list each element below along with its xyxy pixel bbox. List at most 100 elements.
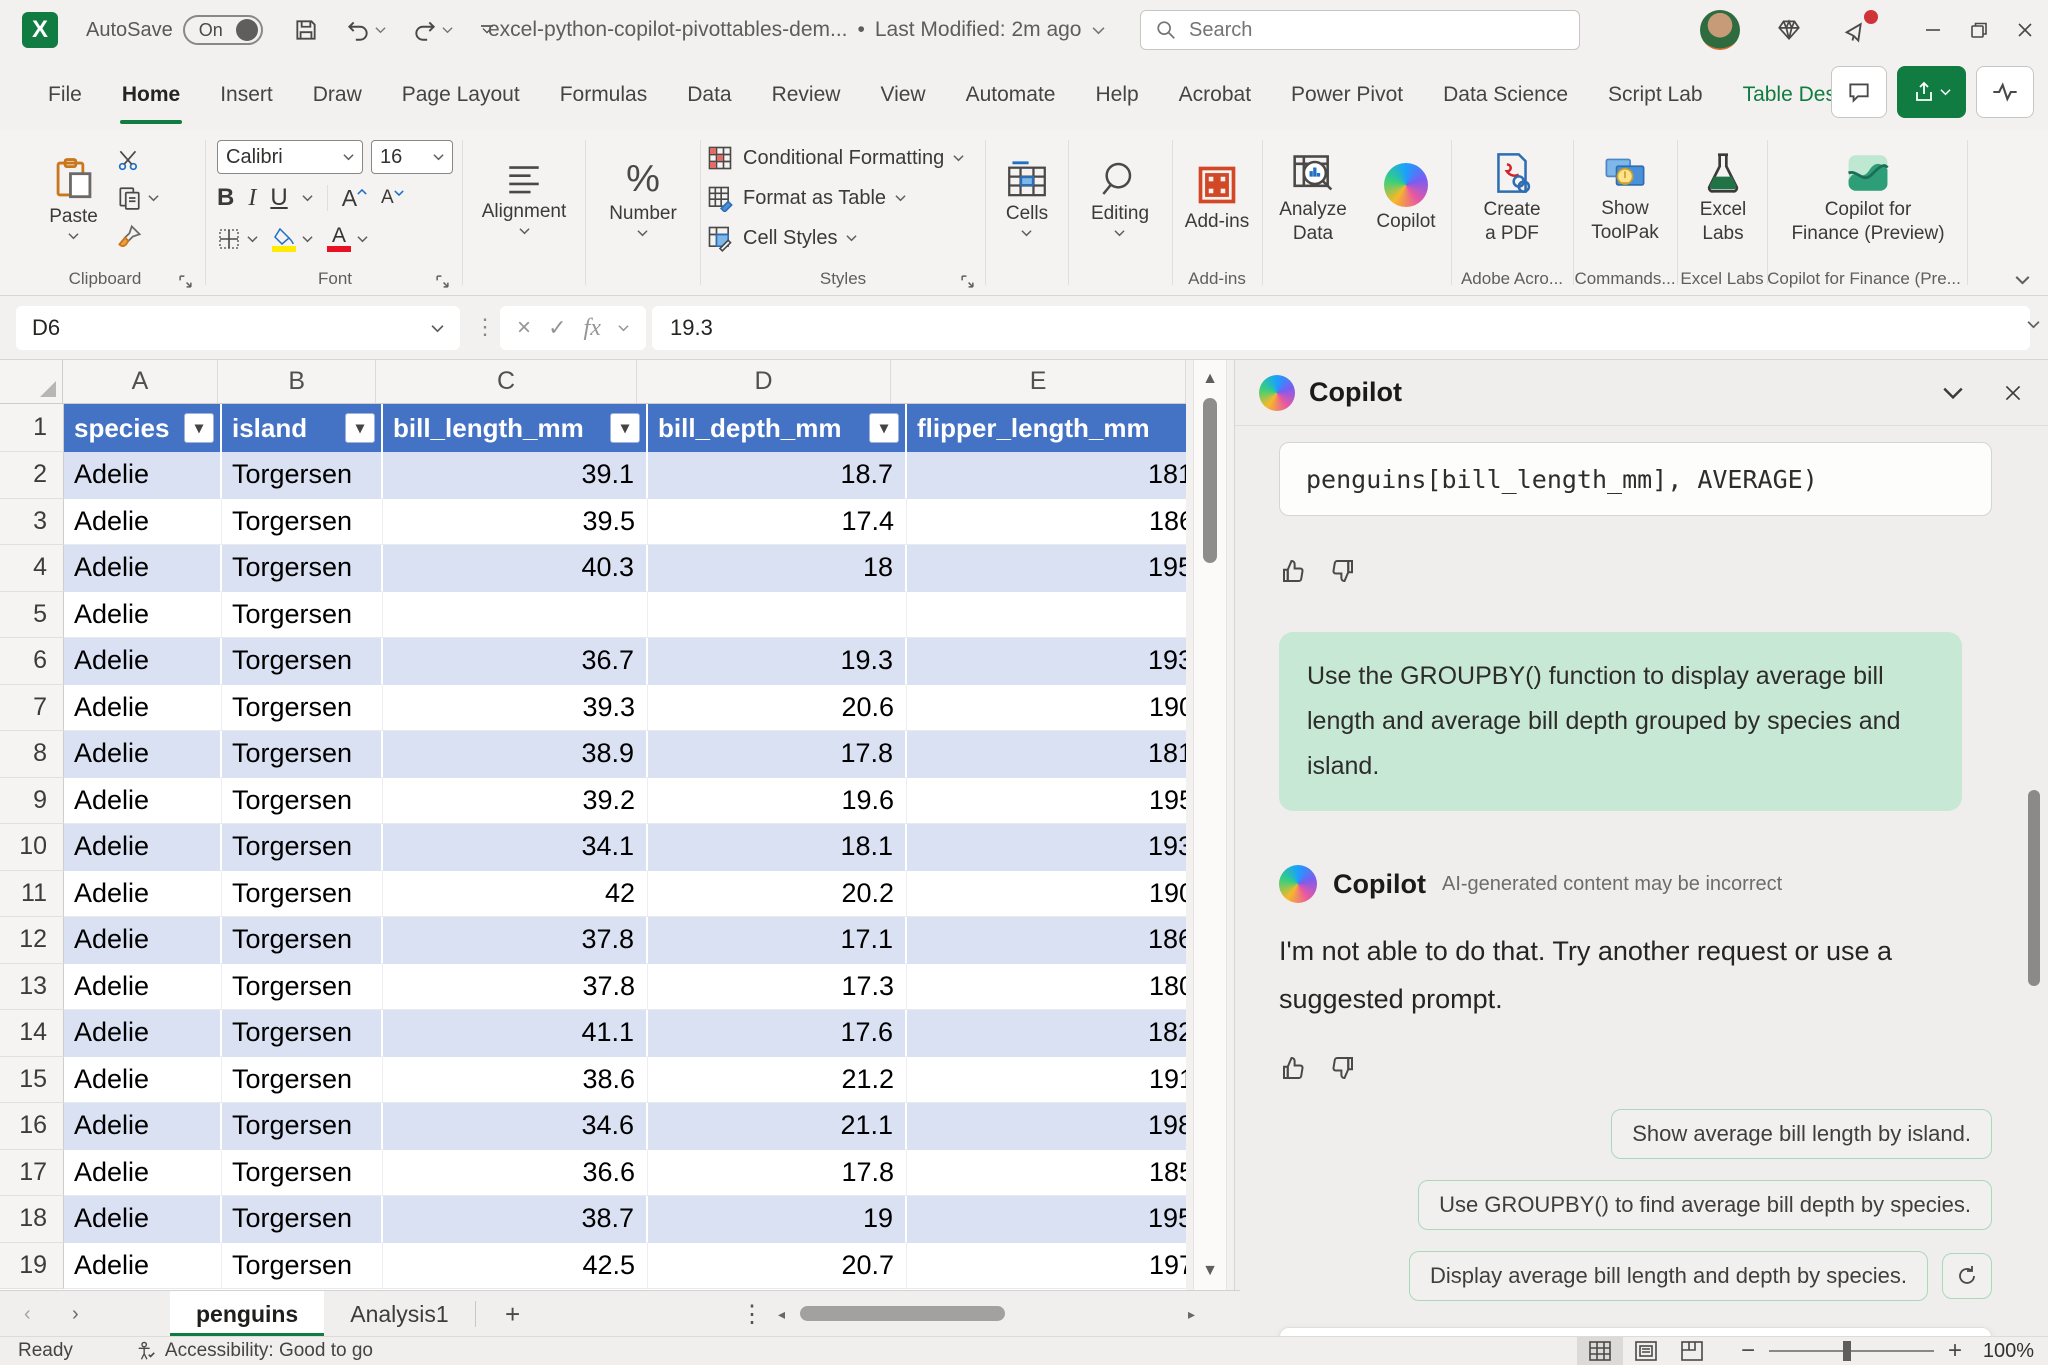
vertical-scrollbar[interactable]: ▲ ▼ (1186, 360, 1234, 1290)
page-layout-view-button[interactable] (1623, 1337, 1669, 1365)
comments-button[interactable] (1831, 66, 1887, 118)
ribbon-tab-page-layout[interactable]: Page Layout (382, 60, 540, 130)
page-break-view-button[interactable] (1669, 1337, 1715, 1365)
cell[interactable]: 193 (907, 638, 1186, 685)
cell[interactable]: Torgersen (222, 1057, 383, 1104)
expand-formula-bar-chevron[interactable] (2027, 320, 2040, 329)
row-header[interactable]: 17 (0, 1150, 64, 1197)
zoom-slider-thumb[interactable] (1843, 1341, 1851, 1361)
borders-button[interactable] (217, 227, 258, 251)
confirm-entry-button[interactable]: ✓ (548, 315, 566, 341)
row-header[interactable]: 14 (0, 1010, 64, 1057)
copilot-finance-button[interactable]: Copilot forFinance (Preview) (1791, 151, 1944, 246)
conditional-formatting-button[interactable]: Conditional Formatting (706, 139, 964, 177)
cell[interactable]: 195 (907, 778, 1186, 825)
cell[interactable]: 18.1 (648, 824, 907, 871)
format-as-table-button[interactable]: Format as Table (706, 179, 906, 217)
refresh-suggestions-button[interactable] (1942, 1253, 1992, 1299)
ribbon-tab-file[interactable]: File (28, 60, 102, 130)
cell[interactable]: 18 (648, 545, 907, 592)
cell[interactable]: Adelie (64, 917, 222, 964)
thumbs-down-icon[interactable] (1327, 1053, 1357, 1083)
cell[interactable]: Torgersen (222, 824, 383, 871)
cell[interactable]: 181 (907, 731, 1186, 778)
paste-button[interactable]: Paste (49, 156, 98, 240)
column-header-c[interactable]: C (376, 360, 636, 403)
cell[interactable]: 42.5 (383, 1243, 648, 1290)
table-column-header[interactable]: species▾ (64, 404, 222, 452)
filter-dropdown-icon[interactable]: ▾ (610, 413, 640, 443)
alignment-button[interactable]: Alignment (482, 161, 567, 235)
ribbon-tab-power-pivot[interactable]: Power Pivot (1271, 60, 1423, 130)
column-header-e[interactable]: E (891, 360, 1186, 403)
zoom-in-button[interactable]: + (1948, 1337, 1962, 1365)
row-header[interactable]: 4 (0, 545, 64, 592)
cell[interactable]: 17.3 (648, 964, 907, 1011)
cell[interactable]: 190 (907, 871, 1186, 918)
scroll-down-arrow[interactable]: ▼ (1202, 1262, 1218, 1280)
column-header-d[interactable]: D (637, 360, 891, 403)
cell[interactable]: 41.1 (383, 1010, 648, 1057)
zoom-slider-track[interactable] (1769, 1350, 1934, 1352)
collapse-panel-chevron[interactable] (1942, 386, 1964, 400)
cell[interactable]: 40.3 (383, 545, 648, 592)
underline-button[interactable]: U (270, 184, 287, 212)
insert-function-button[interactable]: fx (584, 315, 601, 342)
cell[interactable]: 195 (907, 545, 1186, 592)
copilot-ribbon-button[interactable]: Copilot (1376, 163, 1435, 234)
cell[interactable]: 36.7 (383, 638, 648, 685)
suggested-prompt-chip[interactable]: Use GROUPBY() to find average bill depth… (1418, 1180, 1992, 1230)
cell[interactable]: 39.3 (383, 685, 648, 732)
cell[interactable]: 39.1 (383, 452, 648, 499)
ribbon-tab-draw[interactable]: Draw (293, 60, 382, 130)
cell[interactable]: 197 (907, 1243, 1186, 1290)
share-button[interactable] (1897, 66, 1966, 118)
cells-button[interactable]: Cells (1006, 159, 1048, 237)
cell[interactable] (383, 592, 648, 639)
cell[interactable]: 193 (907, 824, 1186, 871)
cell[interactable]: Adelie (64, 1150, 222, 1197)
cell[interactable]: 36.6 (383, 1150, 648, 1197)
cell[interactable]: 195 (907, 1196, 1186, 1243)
cell[interactable]: 182 (907, 1010, 1186, 1057)
cell[interactable]: Torgersen (222, 1196, 383, 1243)
cell[interactable]: 37.8 (383, 917, 648, 964)
cell[interactable]: Torgersen (222, 1103, 383, 1150)
cell[interactable]: Torgersen (222, 1150, 383, 1197)
cell[interactable]: 186 (907, 917, 1186, 964)
increase-font-button[interactable]: A (342, 185, 367, 212)
cell[interactable]: Torgersen (222, 499, 383, 546)
document-title-group[interactable]: excel-python-copilot-pivottables-dem... … (488, 0, 1105, 60)
ribbon-tab-script-lab[interactable]: Script Lab (1588, 60, 1723, 130)
row-header[interactable]: 12 (0, 917, 64, 964)
ribbon-tab-view[interactable]: View (860, 60, 945, 130)
thumbs-up-icon[interactable] (1279, 556, 1309, 586)
cell[interactable]: Adelie (64, 499, 222, 546)
megaphone-icon[interactable] (1842, 16, 1870, 44)
normal-view-button[interactable] (1577, 1337, 1623, 1365)
select-all-corner[interactable] (0, 360, 63, 403)
row-header[interactable]: 15 (0, 1057, 64, 1104)
ribbon-tab-formulas[interactable]: Formulas (540, 60, 668, 130)
fill-color-button[interactable] (272, 227, 313, 252)
cell[interactable]: Adelie (64, 964, 222, 1011)
cell[interactable]: Torgersen (222, 778, 383, 825)
zoom-percentage[interactable]: 100% (1962, 1340, 2034, 1363)
horizontal-scroll-thumb[interactable] (800, 1306, 1005, 1321)
cell[interactable]: 39.5 (383, 499, 648, 546)
cell[interactable]: Adelie (64, 638, 222, 685)
font-color-button[interactable]: A (327, 227, 368, 252)
zoom-out-button[interactable]: − (1741, 1337, 1755, 1365)
row-header[interactable]: 16 (0, 1103, 64, 1150)
sheet-options-kebab[interactable]: ⋮ (740, 1300, 764, 1329)
decrease-font-button[interactable]: A (381, 187, 404, 209)
font-size-select[interactable]: 16 (371, 140, 453, 174)
cell[interactable]: 181 (907, 452, 1186, 499)
sheet-tab-analysis1[interactable]: Analysis1 (324, 1291, 474, 1337)
cell[interactable]: 198 (907, 1103, 1186, 1150)
number-button[interactable]: % Number (609, 159, 677, 237)
sheet-tab-penguins[interactable]: penguins (170, 1291, 324, 1337)
search-input[interactable]: Search (1140, 10, 1580, 50)
close-panel-icon[interactable] (2002, 382, 2024, 404)
row-header[interactable]: 3 (0, 499, 64, 546)
